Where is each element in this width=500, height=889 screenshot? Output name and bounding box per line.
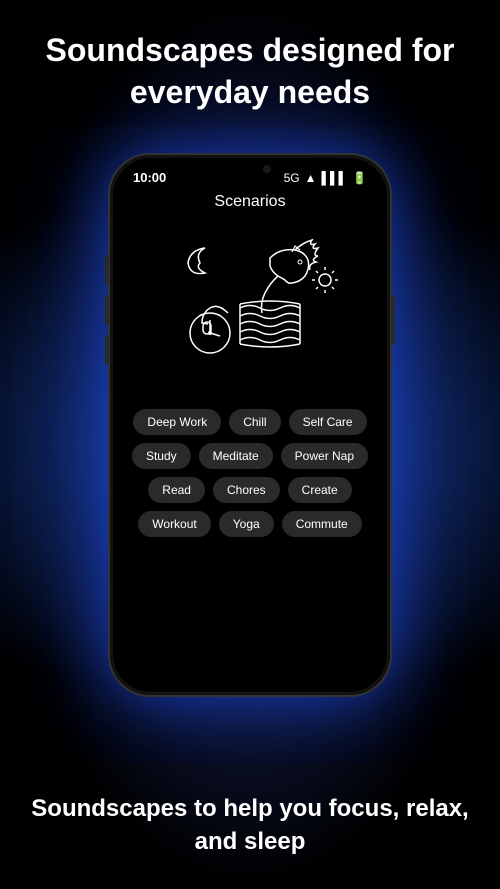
chip-meditate[interactable]: Meditate [199,443,273,469]
bottom-heading: Soundscapes to help you focus, relax, an… [30,792,470,859]
screen-content: Scenarios [113,189,387,547]
chips-row-3: Read Chores Create [148,477,351,503]
chip-yoga[interactable]: Yoga [219,511,274,537]
status-icons: 5G ▲ ▌▌▌ 🔋 [284,171,367,185]
network-icon: 5G [284,171,300,185]
bottom-text-section: Soundscapes to help you focus, relax, an… [0,792,500,859]
camera-dot [263,165,271,173]
chip-create[interactable]: Create [288,477,352,503]
chip-deep-work[interactable]: Deep Work [133,409,221,435]
chips-container: Deep Work Chill Self Care Study Meditate… [125,409,375,537]
scenarios-illustration [140,228,360,388]
chip-self-care[interactable]: Self Care [289,409,367,435]
chips-row-2: Study Meditate Power Nap [132,443,368,469]
chip-workout[interactable]: Workout [138,511,210,537]
top-heading: Soundscapes designed for everyday needs [30,30,470,113]
status-time: 10:00 [133,170,166,185]
chip-commute[interactable]: Commute [282,511,362,537]
signal-icon: ▌▌▌ [322,171,348,185]
chip-read[interactable]: Read [148,477,205,503]
screen-title: Scenarios [125,193,375,211]
chip-chill[interactable]: Chill [229,409,280,435]
illustration-area [125,223,375,393]
chip-chores[interactable]: Chores [213,477,280,503]
chip-power-nap[interactable]: Power Nap [281,443,368,469]
phone-mockup: 10:00 5G ▲ ▌▌▌ 🔋 Scenarios [110,155,390,695]
phone-outer-frame: 10:00 5G ▲ ▌▌▌ 🔋 Scenarios [110,155,390,695]
wifi-icon: ▲ [305,171,317,185]
chips-row-4: Workout Yoga Commute [138,511,361,537]
top-title-section: Soundscapes designed for everyday needs [0,20,500,123]
phone-screen: 10:00 5G ▲ ▌▌▌ 🔋 Scenarios [113,158,387,692]
chips-row-1: Deep Work Chill Self Care [133,409,366,435]
chip-study[interactable]: Study [132,443,191,469]
phone-notch [215,158,285,180]
battery-icon: 🔋 [352,171,367,185]
